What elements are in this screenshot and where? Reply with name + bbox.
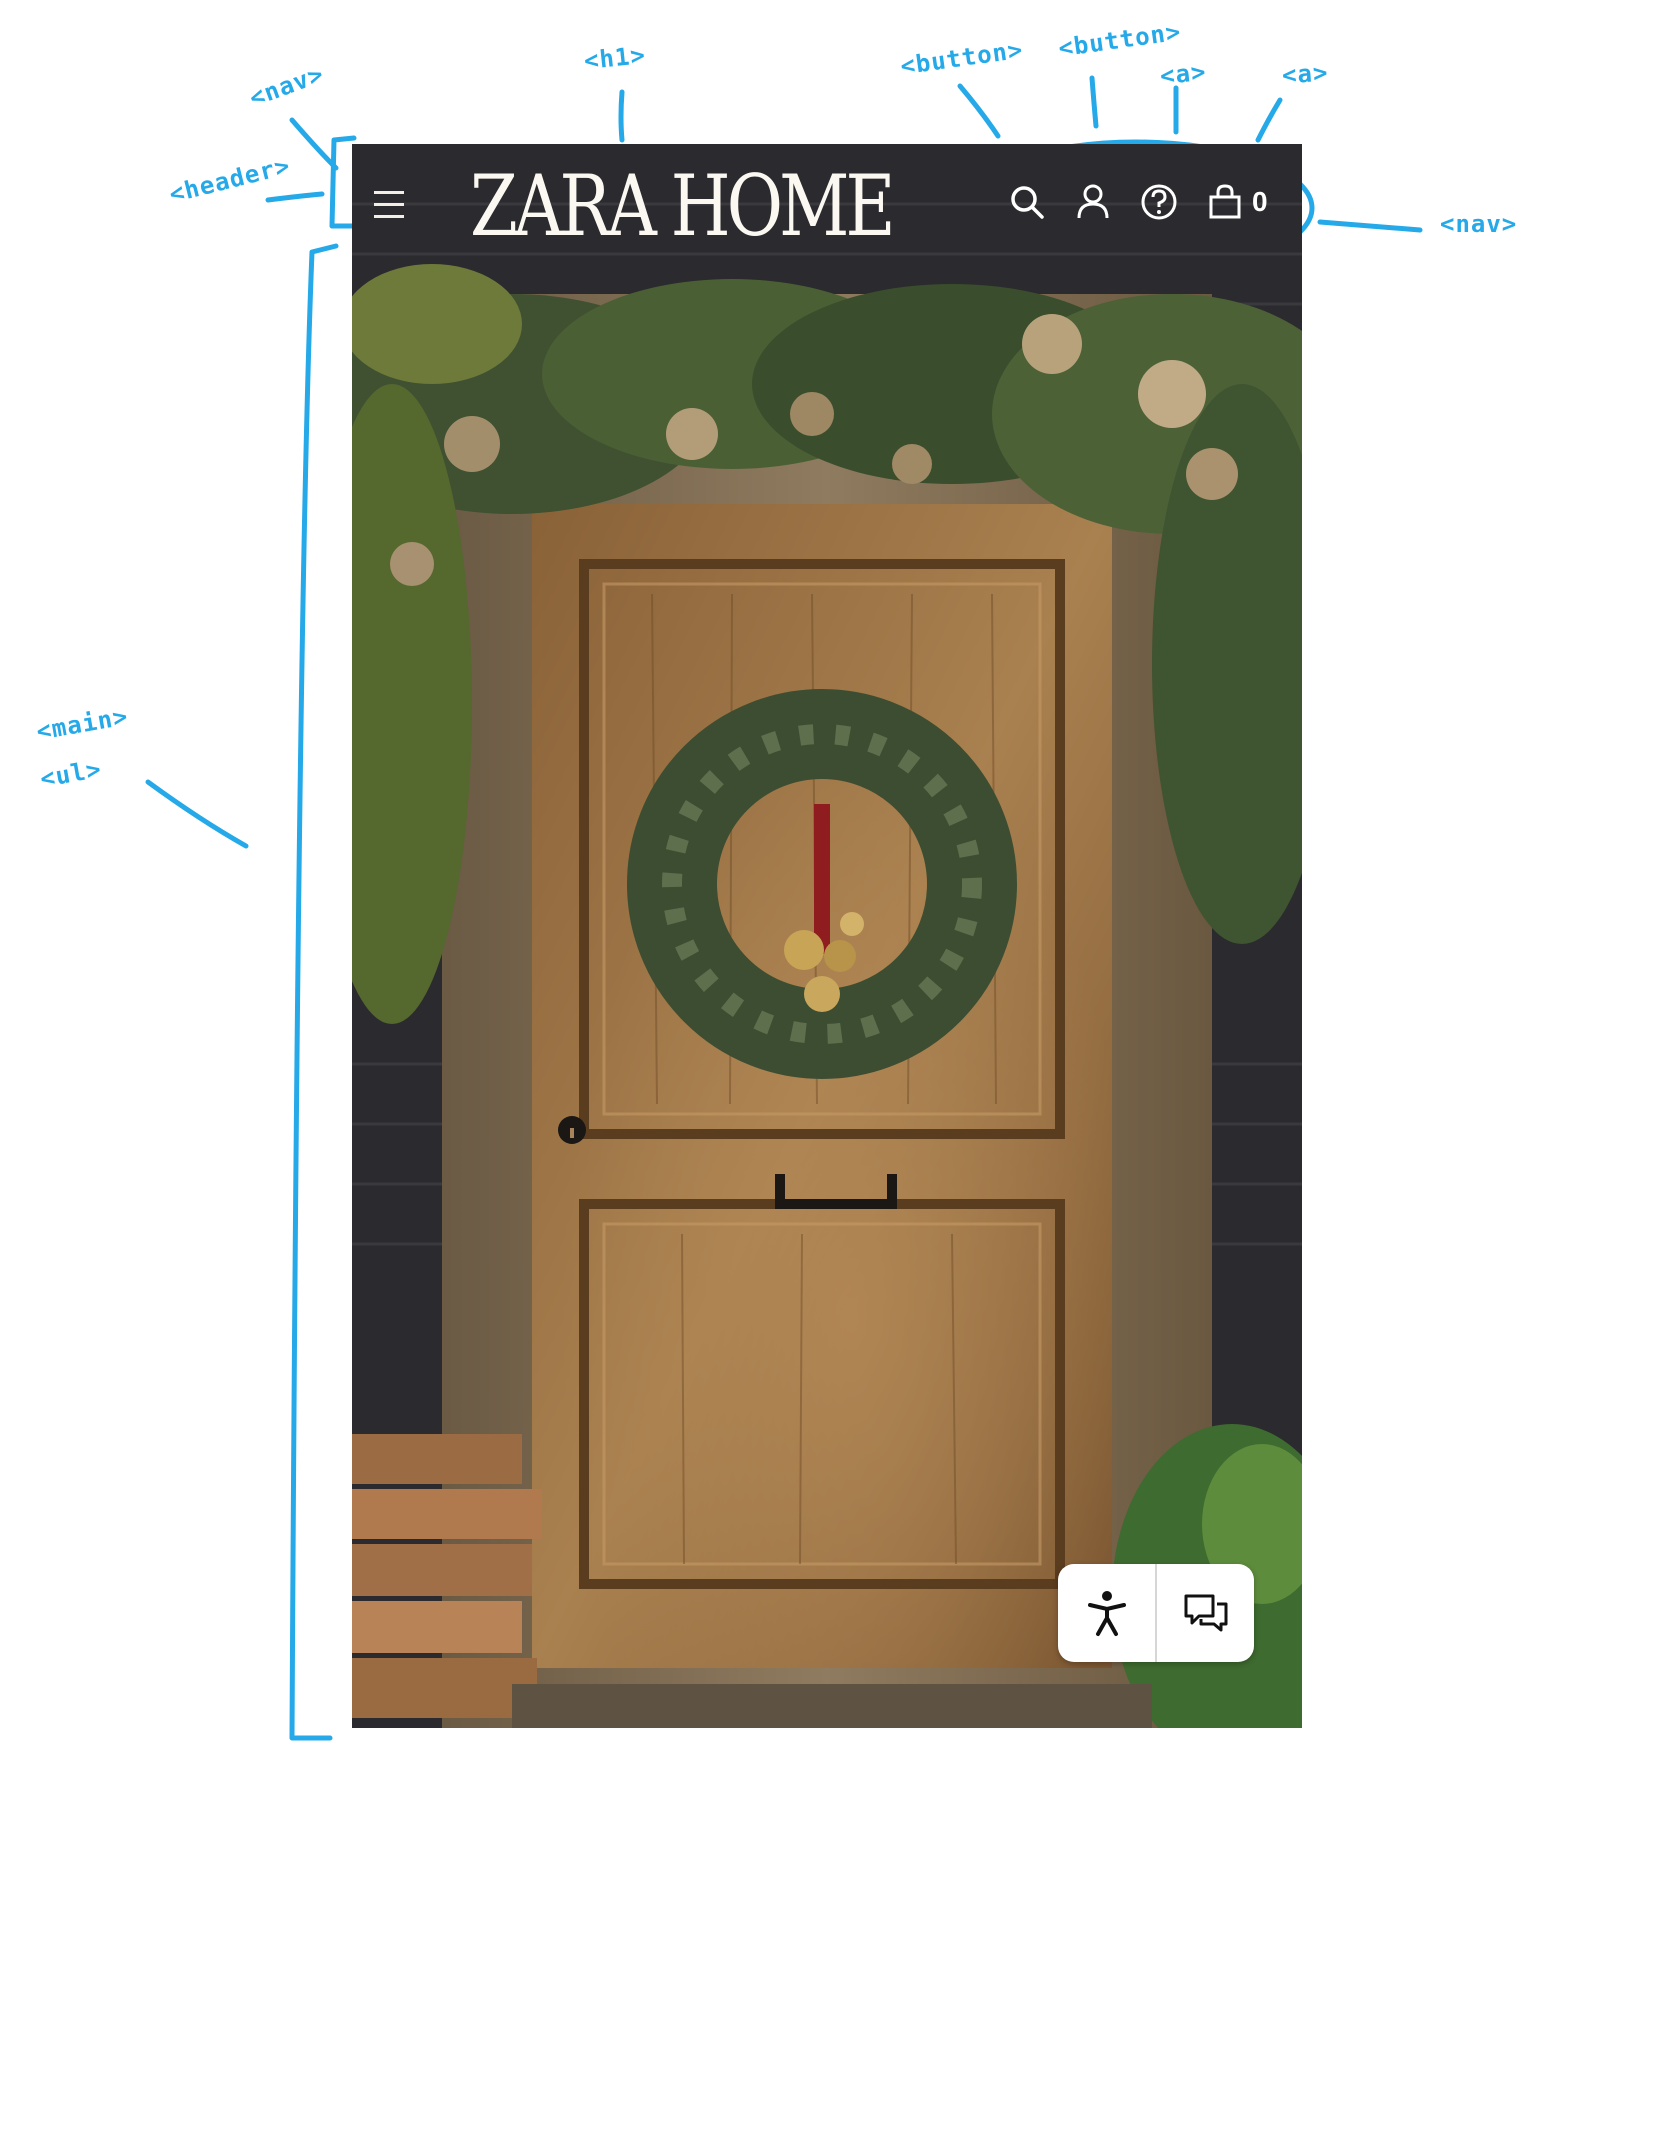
annotation-nav-label: <nav> xyxy=(245,59,328,113)
shopping-bag-icon xyxy=(1202,179,1248,225)
annotation-a-help-label: <a> xyxy=(1158,57,1208,91)
annotation-button-search-label: <button> xyxy=(898,35,1025,81)
annotation-main-label: <main> xyxy=(34,702,131,746)
chat-button[interactable] xyxy=(1155,1564,1254,1662)
annotation-a-bag-label: <a> xyxy=(1281,58,1330,90)
cart-count: 0 xyxy=(1252,186,1268,217)
chat-bubbles-icon xyxy=(1184,1594,1227,1632)
annotation-header-label: <header> xyxy=(166,151,294,209)
site-header: ZARA HOME 0 xyxy=(352,144,1302,264)
mobile-page: ZARA HOME 0 xyxy=(352,144,1302,1728)
help-link[interactable] xyxy=(1136,179,1182,225)
help-circle-icon xyxy=(1141,184,1177,220)
annotation-nav-icons-label: <nav> xyxy=(1440,210,1518,238)
account-button[interactable] xyxy=(1070,179,1116,225)
hero-image xyxy=(352,144,1302,1728)
site-logo[interactable]: ZARA HOME xyxy=(470,158,896,254)
annotation-h1-label: <h1> xyxy=(582,40,648,76)
search-icon xyxy=(1011,186,1044,219)
annotation-button-account-label: <button> xyxy=(1056,17,1183,63)
search-button[interactable] xyxy=(1004,179,1050,225)
shopping-bag-link[interactable]: 0 xyxy=(1202,179,1268,225)
annotation-ul-label: <ul> xyxy=(38,754,104,794)
user-icon xyxy=(1077,184,1109,219)
accessibility-icon xyxy=(1087,1591,1126,1636)
header-icons-nav: 0 xyxy=(1004,172,1268,232)
floating-help-widget xyxy=(1058,1564,1254,1662)
accessibility-button[interactable] xyxy=(1058,1564,1155,1662)
hamburger-menu-icon[interactable] xyxy=(366,182,416,226)
